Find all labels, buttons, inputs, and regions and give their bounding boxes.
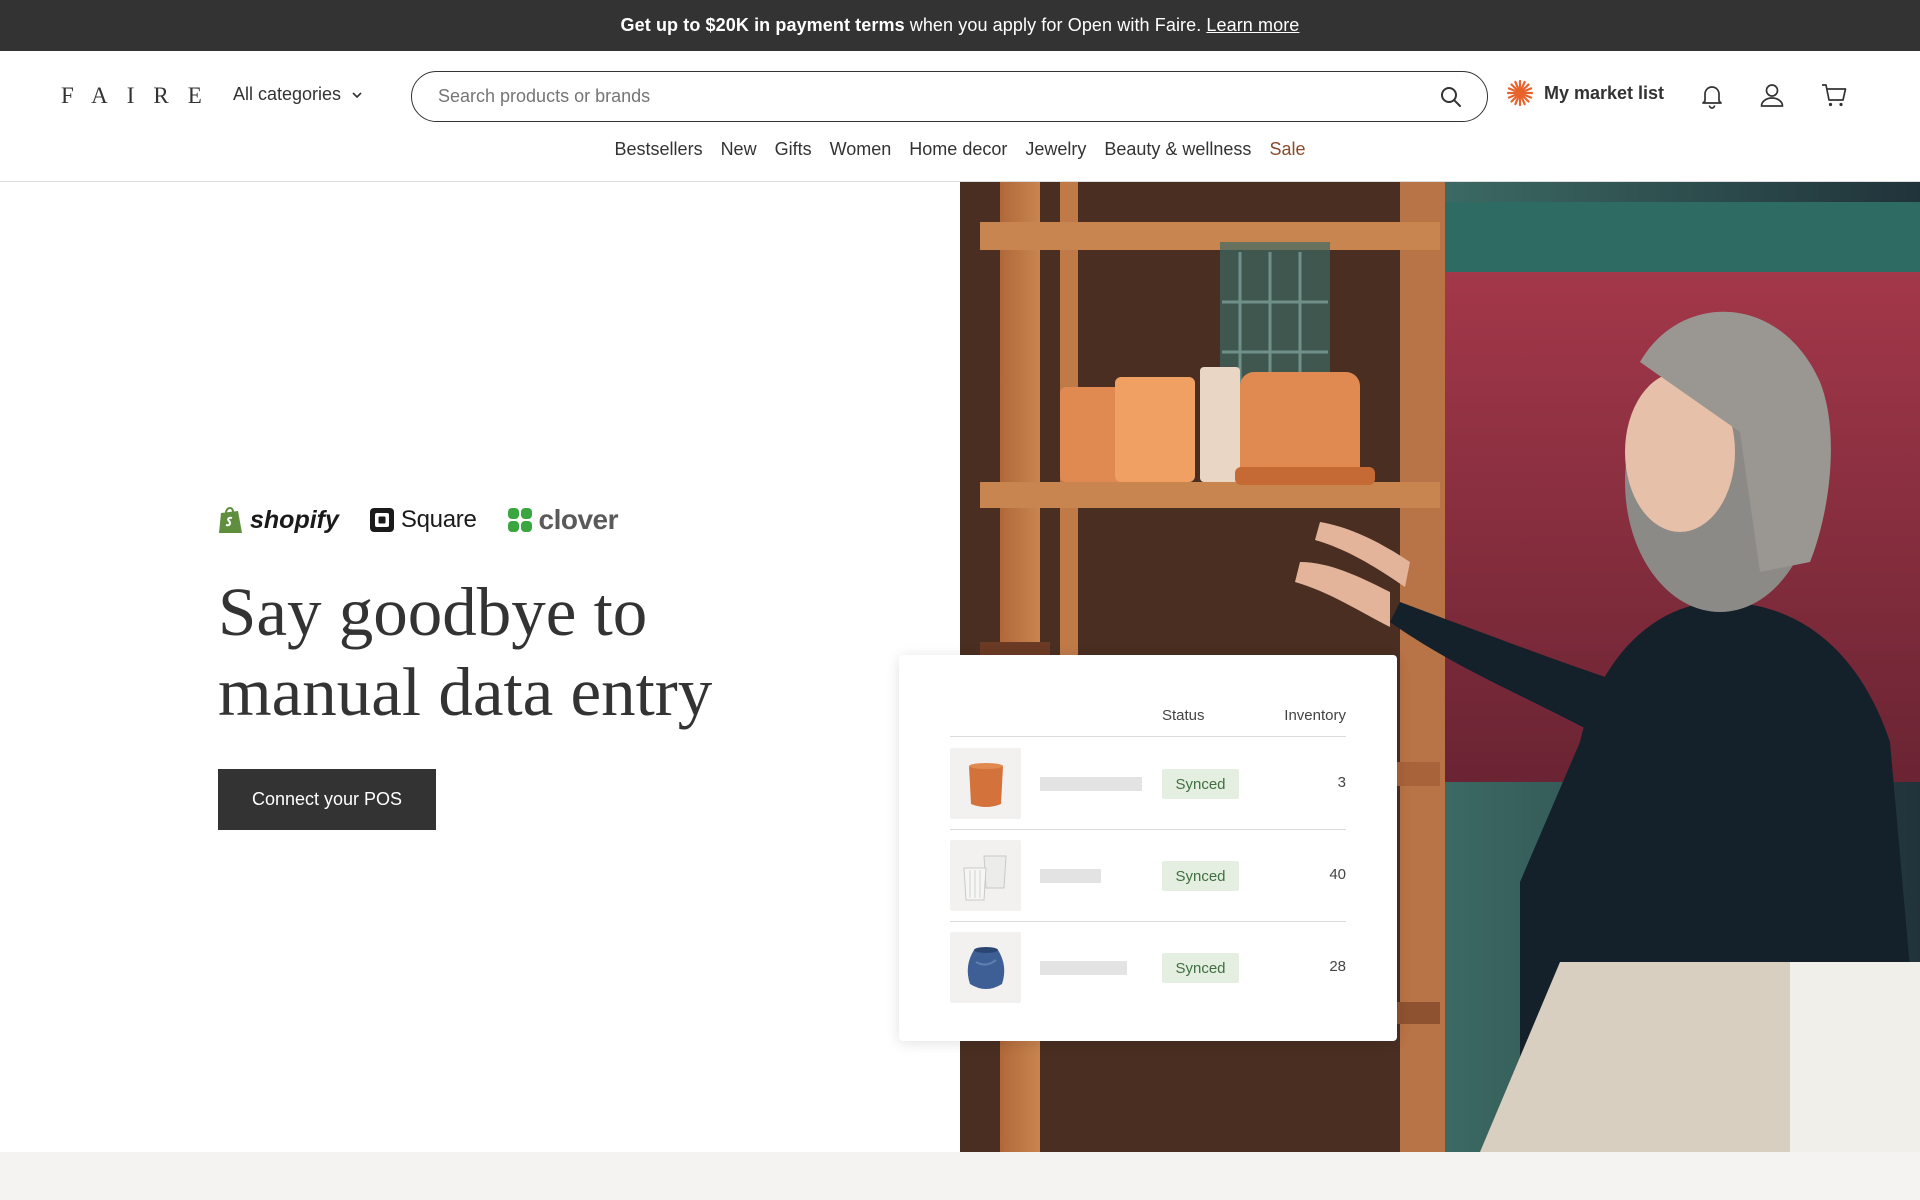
my-market-list-label: My market list (1544, 82, 1665, 103)
status-badge: Synced (1162, 769, 1239, 799)
inventory-row: Synced 40 (950, 830, 1346, 922)
promo-text: when you apply for Open with Faire. (909, 15, 1202, 35)
clover-logo: clover (507, 504, 619, 536)
nav-new[interactable]: New (721, 139, 757, 160)
nav-home-decor[interactable]: Home decor (909, 139, 1007, 160)
my-market-list-button[interactable]: My market list (1506, 79, 1664, 107)
nav-beauty-wellness[interactable]: Beauty & wellness (1104, 139, 1251, 160)
sunburst-icon (1506, 79, 1534, 107)
learn-more-link[interactable]: Learn more (1206, 15, 1299, 36)
search-icon[interactable] (1439, 85, 1463, 109)
inventory-column-header: Inventory (1284, 707, 1346, 724)
status-column-header: Status (1162, 707, 1205, 724)
search-bar (411, 71, 1488, 122)
cart-icon[interactable] (1820, 81, 1848, 109)
bell-icon[interactable] (1698, 81, 1726, 109)
user-icon[interactable] (1758, 81, 1786, 109)
all-categories-dropdown[interactable]: All categories (233, 84, 363, 105)
inventory-count: 40 (1329, 866, 1346, 883)
chevron-down-icon (352, 91, 362, 98)
next-section-strip (0, 1152, 1920, 1200)
product-name-placeholder (1040, 777, 1142, 791)
promo-bold-text: Get up to $20K in payment terms (620, 15, 905, 35)
inventory-count: 3 (1337, 774, 1346, 791)
product-name-placeholder (1040, 961, 1127, 975)
square-wordmark: Square (400, 506, 477, 533)
shopify-logo: shopify (218, 505, 339, 535)
inventory-table-header: Status Inventory (950, 707, 1346, 737)
product-thumbnail (950, 840, 1021, 911)
inventory-count: 28 (1329, 958, 1346, 975)
inventory-card: Status Inventory Synced 3 Synced 40 Sync… (899, 655, 1397, 1041)
clover-wordmark: clover (538, 504, 619, 535)
shopify-wordmark: shopify (250, 505, 339, 534)
search-input[interactable] (438, 86, 1439, 107)
inventory-row: Synced 3 (950, 738, 1346, 830)
headline-line-1: Say goodbye to (218, 574, 648, 650)
hero-headline: Say goodbye to manual data entry (218, 572, 818, 732)
square-mark-icon (369, 508, 394, 532)
faire-logo[interactable]: FAIRE (61, 83, 221, 109)
nav-bestsellers[interactable]: Bestsellers (615, 139, 703, 160)
white-ribbed-cups-icon (962, 855, 1007, 900)
inventory-row: Synced 28 (950, 922, 1346, 1014)
nav-women[interactable]: Women (830, 139, 892, 160)
status-badge: Synced (1162, 953, 1239, 983)
square-logo: Square (369, 506, 477, 534)
product-thumbnail (950, 748, 1021, 819)
nav-gifts[interactable]: Gifts (775, 139, 812, 160)
terracotta-planter-icon (968, 762, 1003, 807)
nav-jewelry[interactable]: Jewelry (1025, 139, 1086, 160)
status-badge: Synced (1162, 861, 1239, 891)
connect-pos-button[interactable]: Connect your POS (218, 769, 436, 830)
shopify-bag-icon (219, 507, 242, 533)
site-header: FAIRE All categories My market list (0, 51, 1920, 182)
pos-logos: shopify Square clover (218, 504, 618, 536)
all-categories-label: All categories (233, 84, 342, 104)
promo-banner: Get up to $20K in payment terms when you… (0, 0, 1920, 51)
product-name-placeholder (1040, 869, 1101, 883)
hero-text-panel: shopify Square clover Say goodbye to man… (0, 182, 960, 1152)
category-nav: Bestsellers New Gifts Women Home decor J… (0, 139, 1920, 160)
clover-leaf-icon (507, 508, 532, 532)
nav-sale[interactable]: Sale (1269, 139, 1305, 160)
headline-line-2: manual data entry (218, 654, 713, 730)
blue-ceramic-vase-icon (967, 946, 1004, 989)
product-thumbnail (950, 932, 1021, 1003)
